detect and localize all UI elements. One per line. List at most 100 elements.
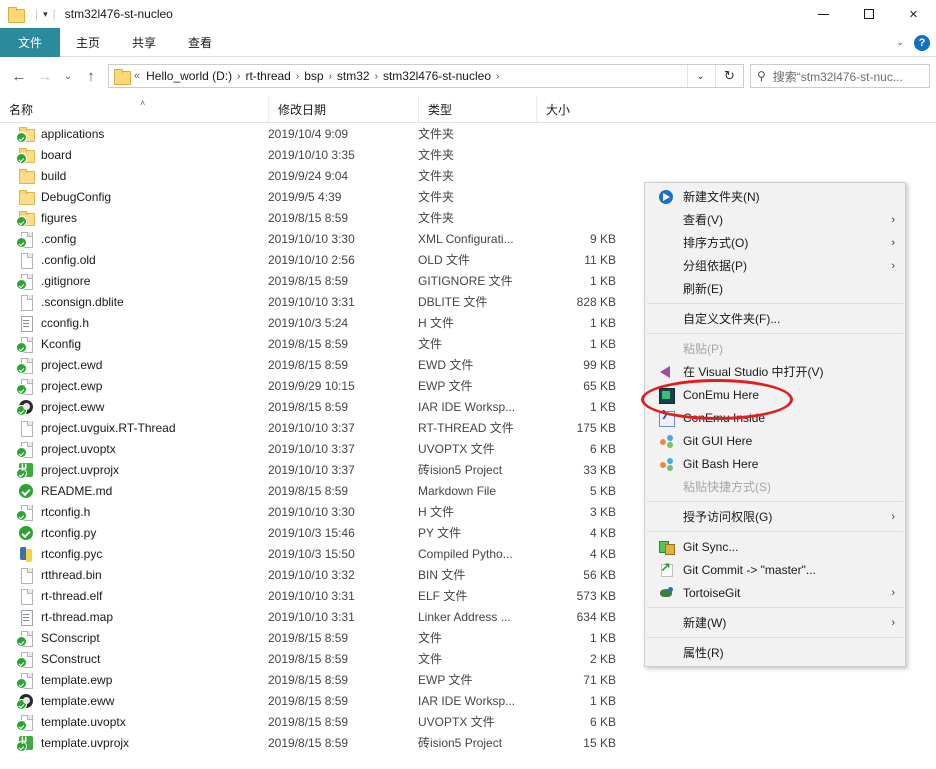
- menu-item[interactable]: Git Sync...: [645, 535, 905, 558]
- file-name-cell[interactable]: project.uvoptx: [0, 441, 262, 457]
- menu-item[interactable]: 属性(R): [645, 641, 905, 664]
- breadcrumb-item-0[interactable]: Hello_world (D:): [142, 68, 236, 84]
- tab-view[interactable]: 查看: [172, 28, 228, 57]
- file-name-cell[interactable]: rtconfig.pyc: [0, 546, 262, 562]
- breadcrumb-sep-1[interactable]: ›: [296, 71, 299, 82]
- file-name-cell[interactable]: project.ewp: [0, 378, 262, 394]
- file-name-cell[interactable]: applications: [0, 126, 262, 142]
- file-type-cell: 文件: [418, 650, 536, 667]
- menu-item[interactable]: Git Commit -> "master"...: [645, 558, 905, 581]
- breadcrumb-sep-4[interactable]: ›: [496, 71, 499, 82]
- column-header-size[interactable]: 大小: [536, 96, 616, 122]
- file-name-cell[interactable]: template.eww: [0, 693, 262, 709]
- file-name-cell[interactable]: cconfig.h: [0, 315, 262, 331]
- context-menu[interactable]: 新建文件夹(N)查看(V)›排序方式(O)›分组依据(P)›刷新(E) 自定义文件…: [644, 182, 906, 667]
- file-type-cell: EWP 文件: [418, 671, 536, 688]
- file-name-cell[interactable]: figures: [0, 210, 262, 226]
- file-name-cell[interactable]: SConscript: [0, 630, 262, 646]
- breadcrumb-overflow[interactable]: «: [132, 69, 142, 83]
- close-button[interactable]: ✕: [891, 0, 936, 28]
- menu-item[interactable]: 新建文件夹(N): [645, 185, 905, 208]
- help-button[interactable]: ?: [914, 35, 930, 51]
- file-name-cell[interactable]: DebugConfig: [0, 189, 262, 205]
- file-name-cell[interactable]: template.ewp: [0, 672, 262, 688]
- breadcrumb-item-3[interactable]: stm32: [333, 68, 374, 84]
- table-row[interactable]: template.uvprojx2019/8/15 8:59砖ision5 Pr…: [0, 732, 936, 753]
- file-size-cell: 15 KB: [536, 736, 616, 750]
- menu-item[interactable]: 排序方式(O)›: [645, 231, 905, 254]
- file-name-cell[interactable]: rtconfig.h: [0, 504, 262, 520]
- tab-home[interactable]: 主页: [60, 28, 116, 57]
- chevron-down-icon[interactable]: ▾: [43, 9, 48, 20]
- file-type-cell: 文件: [418, 629, 536, 646]
- file-icon: [18, 294, 34, 310]
- tab-share[interactable]: 共享: [116, 28, 172, 57]
- file-name-cell[interactable]: SConstruct: [0, 651, 262, 667]
- address-dropdown-icon[interactable]: ⌄: [687, 65, 713, 87]
- breadcrumb-sep-0[interactable]: ›: [237, 71, 240, 82]
- file-date-cell: 2019/10/10 3:31: [268, 295, 416, 309]
- file-name-cell[interactable]: Kconfig: [0, 336, 262, 352]
- column-header-name[interactable]: 名称 ˄: [0, 96, 268, 122]
- file-name-cell[interactable]: .gitignore: [0, 273, 262, 289]
- menu-item[interactable]: 查看(V)›: [645, 208, 905, 231]
- file-name-cell[interactable]: rt-thread.elf: [0, 588, 262, 604]
- address-field[interactable]: « Hello_world (D:) › rt-thread › bsp › s…: [108, 64, 744, 88]
- menu-item[interactable]: Git GUI Here: [645, 429, 905, 452]
- menu-item[interactable]: 在 Visual Studio 中打开(V): [645, 360, 905, 383]
- menu-item[interactable]: ConEmu Here: [645, 383, 905, 406]
- file-date-cell: 2019/10/10 3:31: [268, 589, 416, 603]
- file-name-cell[interactable]: template.uvprojx: [0, 735, 262, 751]
- file-name-cell[interactable]: README.md: [0, 483, 262, 499]
- git-commit-icon: [659, 562, 675, 578]
- file-name-cell[interactable]: .config: [0, 231, 262, 247]
- table-row[interactable]: applications2019/10/4 9:09文件夹: [0, 123, 936, 144]
- recent-locations-button[interactable]: ⌄: [58, 63, 78, 89]
- file-name-cell[interactable]: project.ewd: [0, 357, 262, 373]
- file-date-cell: 2019/8/15 8:59: [268, 631, 416, 645]
- breadcrumb-item-2[interactable]: bsp: [300, 68, 327, 84]
- table-row[interactable]: template.uvoptx2019/8/15 8:59UVOPTX 文件6 …: [0, 711, 936, 732]
- expand-ribbon-icon[interactable]: ⌄: [896, 37, 904, 48]
- file-name-cell[interactable]: template.uvoptx: [0, 714, 262, 730]
- menu-item[interactable]: Git Bash Here: [645, 452, 905, 475]
- menu-item[interactable]: 新建(W)›: [645, 611, 905, 634]
- back-button[interactable]: ←: [6, 63, 32, 89]
- up-button[interactable]: ↑: [78, 63, 104, 89]
- refresh-icon[interactable]: ↻: [715, 65, 743, 87]
- menu-item[interactable]: ConEmu Inside: [645, 406, 905, 429]
- file-name-cell[interactable]: rtthread.bin: [0, 567, 262, 583]
- breadcrumb-sep-3[interactable]: ›: [375, 71, 378, 82]
- file-name-cell[interactable]: build: [0, 168, 262, 184]
- breadcrumb-item-4[interactable]: stm32l476-st-nucleo: [379, 68, 495, 84]
- menu-item[interactable]: 分组依据(P)›: [645, 254, 905, 277]
- file-name-cell[interactable]: project.uvguix.RT-Thread: [0, 420, 262, 436]
- minimize-button[interactable]: [801, 0, 846, 28]
- file-name-cell[interactable]: project.eww: [0, 399, 262, 415]
- file-name-label: template.uvoptx: [41, 715, 126, 729]
- table-row[interactable]: template.ewp2019/8/15 8:59EWP 文件71 KB: [0, 669, 936, 690]
- breadcrumb-sep-2[interactable]: ›: [329, 71, 332, 82]
- quick-access-toolbar[interactable]: | ▾ | stm32l476-st-nucleo: [0, 0, 173, 28]
- column-header-type[interactable]: 类型: [418, 96, 536, 122]
- column-header-date[interactable]: 修改日期: [268, 96, 418, 122]
- table-row[interactable]: template.eww2019/8/15 8:59IAR IDE Worksp…: [0, 690, 936, 711]
- menu-item[interactable]: 授予访问权限(G)›: [645, 505, 905, 528]
- breadcrumb-item-1[interactable]: rt-thread: [242, 68, 295, 84]
- maximize-button[interactable]: [846, 0, 891, 28]
- table-row[interactable]: board2019/10/10 3:35文件夹: [0, 144, 936, 165]
- menu-item[interactable]: 刷新(E): [645, 277, 905, 300]
- file-name-cell[interactable]: rtconfig.py: [0, 525, 262, 541]
- file-name-cell[interactable]: rt-thread.map: [0, 609, 262, 625]
- file-icon: [18, 441, 34, 457]
- file-name-cell[interactable]: .config.old: [0, 252, 262, 268]
- file-name-cell[interactable]: .sconsign.dblite: [0, 294, 262, 310]
- file-name-cell[interactable]: project.uvprojx: [0, 462, 262, 478]
- menu-item[interactable]: 自定义文件夹(F)...: [645, 307, 905, 330]
- file-name-cell[interactable]: board: [0, 147, 262, 163]
- menu-item[interactable]: TortoiseGit›: [645, 581, 905, 604]
- search-box[interactable]: ⚲ 搜索“stm32l476-st-nuc...: [750, 64, 930, 88]
- file-name-label: figures: [41, 211, 77, 225]
- file-icon: [18, 672, 34, 688]
- tab-file[interactable]: 文件: [0, 28, 60, 57]
